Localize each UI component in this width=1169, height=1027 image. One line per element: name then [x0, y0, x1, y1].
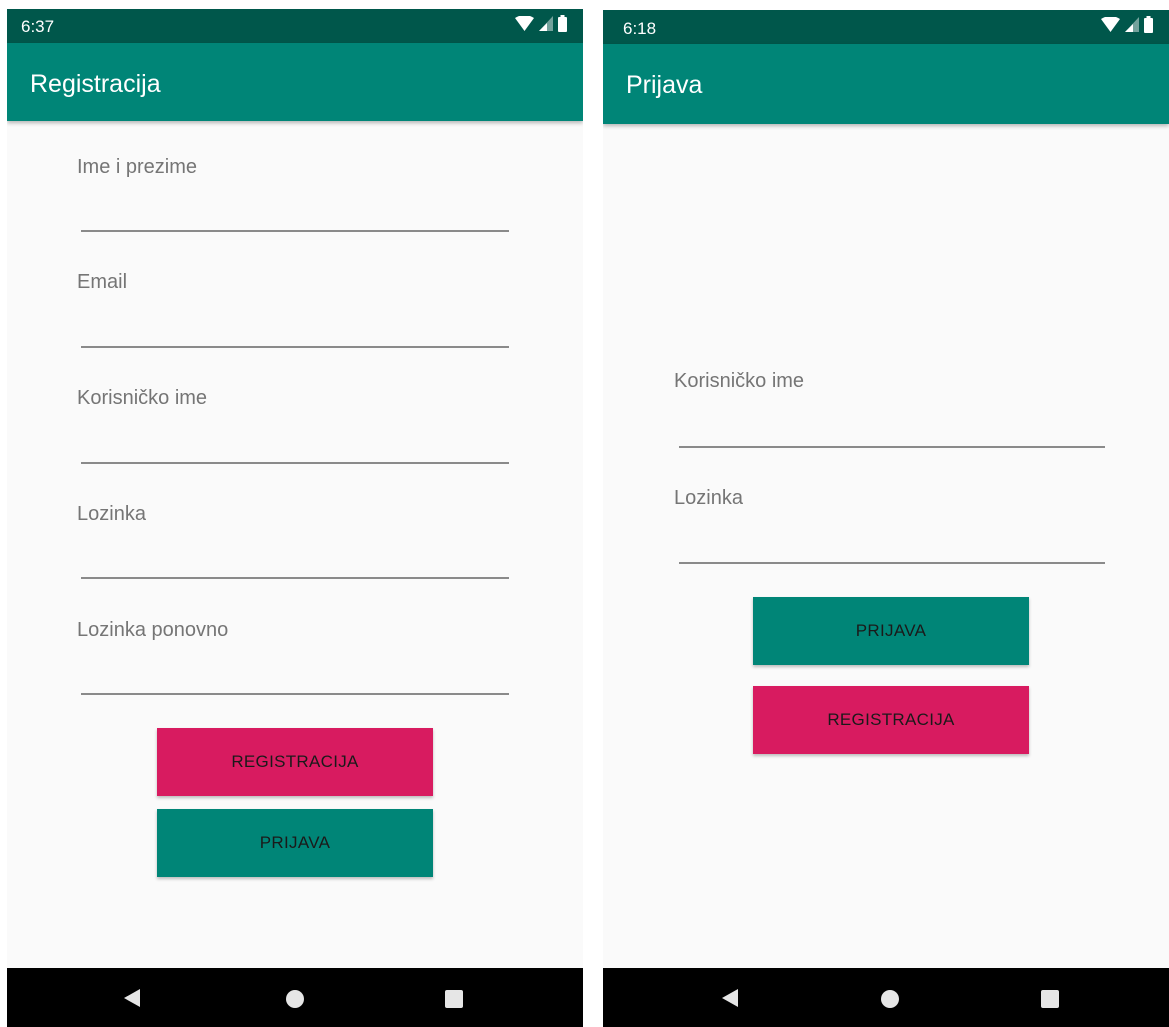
wifi-icon — [515, 15, 534, 36]
status-bar: 6:37 — [7, 9, 583, 43]
recents-icon[interactable] — [1041, 990, 1059, 1008]
home-icon[interactable] — [286, 990, 304, 1008]
full-name-label: Ime i prezime — [77, 156, 198, 178]
full-name-input[interactable] — [81, 196, 509, 232]
cell-signal-icon — [1125, 17, 1139, 37]
username-label: Korisničko ime — [674, 370, 805, 392]
status-bar: 6:18 — [603, 10, 1169, 44]
back-icon[interactable] — [722, 989, 738, 1007]
login-screen: 6:18 Prijava Korisničko ime Lozinka PRIJ… — [603, 10, 1169, 1027]
cell-signal-icon — [539, 16, 553, 36]
username-label: Korisničko ime — [77, 387, 208, 409]
wifi-icon — [1101, 16, 1120, 37]
recents-icon[interactable] — [445, 990, 463, 1008]
login-button[interactable]: PRIJAVA — [753, 597, 1029, 665]
battery-icon — [1144, 16, 1153, 38]
password-input[interactable] — [679, 528, 1105, 564]
email-input[interactable] — [81, 312, 509, 348]
navigation-bar — [7, 968, 583, 1027]
page-title: Registracija — [30, 70, 161, 98]
password-repeat-label: Lozinka ponovno — [77, 619, 229, 641]
battery-icon — [558, 15, 567, 37]
login-button[interactable]: PRIJAVA — [157, 809, 433, 877]
app-bar: Registracija — [7, 43, 583, 121]
username-input[interactable] — [81, 428, 509, 464]
back-icon[interactable] — [124, 989, 140, 1007]
navigation-bar — [603, 968, 1169, 1027]
registration-screen: 6:37 Registracija Ime i prezime Email Ko… — [7, 9, 583, 1027]
password-repeat-input[interactable] — [81, 659, 509, 695]
email-label: Email — [77, 271, 128, 293]
page-title: Prijava — [626, 71, 703, 99]
register-button[interactable]: REGISTRACIJA — [157, 728, 433, 796]
password-label: Lozinka — [77, 503, 146, 525]
status-time: 6:18 — [623, 19, 657, 38]
password-input[interactable] — [81, 543, 509, 579]
status-icons — [515, 15, 567, 37]
home-icon[interactable] — [881, 990, 899, 1008]
username-input[interactable] — [679, 412, 1105, 448]
register-button[interactable]: REGISTRACIJA — [753, 686, 1029, 754]
status-time: 6:37 — [21, 17, 55, 36]
password-label: Lozinka — [674, 487, 743, 509]
app-bar: Prijava — [603, 44, 1169, 124]
status-icons — [1101, 16, 1153, 38]
